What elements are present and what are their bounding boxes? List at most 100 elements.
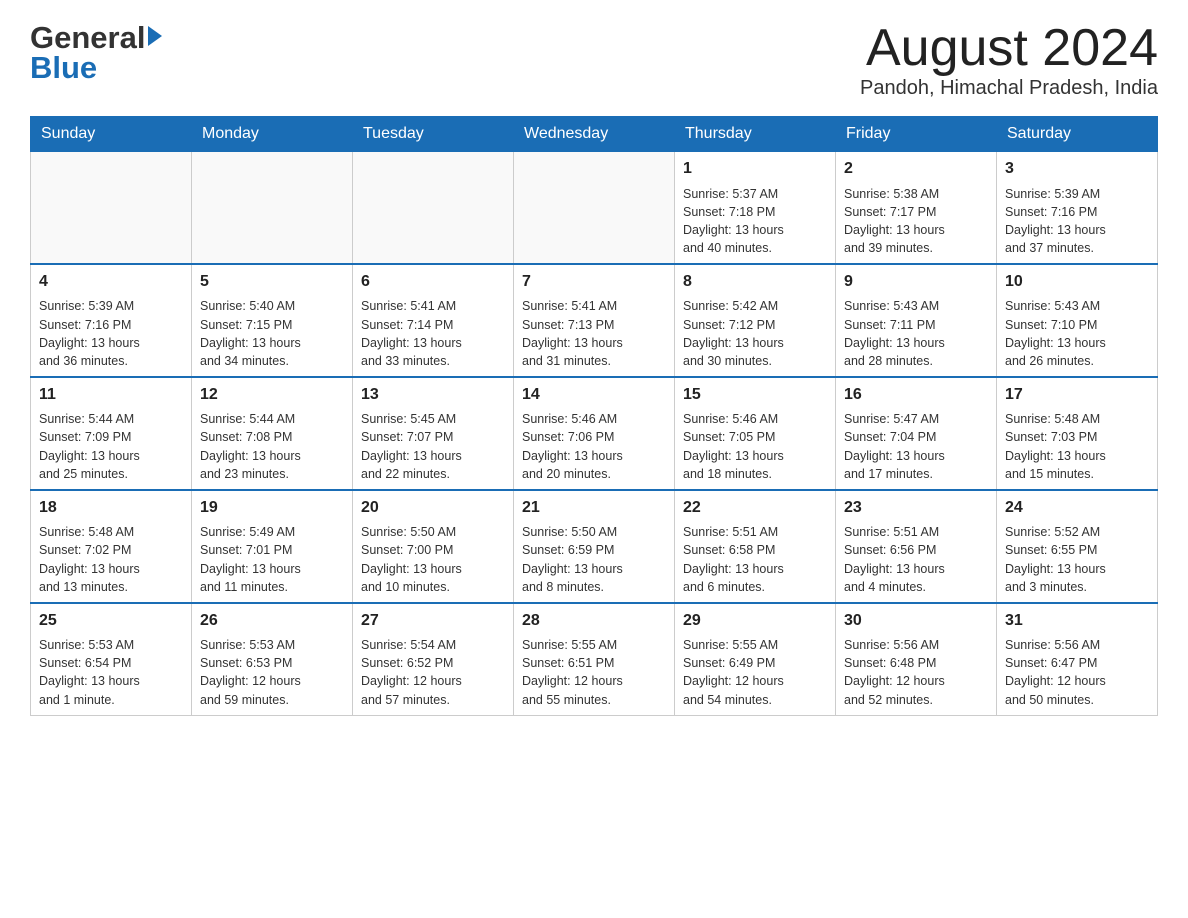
day-number: 7 bbox=[522, 271, 666, 293]
logo-blue: Blue bbox=[30, 50, 97, 86]
title-area: August 2024 Pandoh, Himachal Pradesh, In… bbox=[860, 20, 1158, 100]
day-info: Sunrise: 5:37 AMSunset: 7:18 PMDaylight:… bbox=[683, 185, 827, 258]
day-info: Sunrise: 5:41 AMSunset: 7:13 PMDaylight:… bbox=[522, 297, 666, 370]
day-number: 29 bbox=[683, 610, 827, 632]
location-subtitle: Pandoh, Himachal Pradesh, India bbox=[860, 77, 1158, 100]
day-info: Sunrise: 5:44 AMSunset: 7:09 PMDaylight:… bbox=[39, 410, 183, 483]
day-info: Sunrise: 5:54 AMSunset: 6:52 PMDaylight:… bbox=[361, 636, 505, 709]
day-info: Sunrise: 5:46 AMSunset: 7:05 PMDaylight:… bbox=[683, 410, 827, 483]
calendar-week-row: 4Sunrise: 5:39 AMSunset: 7:16 PMDaylight… bbox=[31, 264, 1158, 377]
day-info: Sunrise: 5:40 AMSunset: 7:15 PMDaylight:… bbox=[200, 297, 344, 370]
table-row: 18 Sunrise: 5:48 AMSunset: 7:02 PMDayligh… bbox=[31, 490, 192, 603]
header-friday: Friday bbox=[836, 117, 997, 152]
table-row: 10 Sunrise: 5:43 AMSunset: 7:10 PMDayligh… bbox=[997, 264, 1158, 377]
header-wednesday: Wednesday bbox=[514, 117, 675, 152]
day-number: 15 bbox=[683, 384, 827, 406]
day-info: Sunrise: 5:45 AMSunset: 7:07 PMDaylight:… bbox=[361, 410, 505, 483]
table-row: 9 Sunrise: 5:43 AMSunset: 7:11 PMDaylight… bbox=[836, 264, 997, 377]
calendar-week-row: 1 Sunrise: 5:37 AMSunset: 7:18 PMDaylight… bbox=[31, 152, 1158, 264]
day-info: Sunrise: 5:44 AMSunset: 7:08 PMDaylight:… bbox=[200, 410, 344, 483]
day-number: 26 bbox=[200, 610, 344, 632]
day-info: Sunrise: 5:50 AMSunset: 7:00 PMDaylight:… bbox=[361, 523, 505, 596]
day-number: 31 bbox=[1005, 610, 1149, 632]
calendar-week-row: 11 Sunrise: 5:44 AMSunset: 7:09 PMDayligh… bbox=[31, 377, 1158, 490]
day-number: 30 bbox=[844, 610, 988, 632]
page-header: General Blue August 2024 Pandoh, Himacha… bbox=[30, 20, 1158, 100]
table-row: 3Sunrise: 5:39 AMSunset: 7:16 PMDaylight… bbox=[997, 152, 1158, 264]
day-info: Sunrise: 5:50 AMSunset: 6:59 PMDaylight:… bbox=[522, 523, 666, 596]
day-info: Sunrise: 5:53 AMSunset: 6:54 PMDaylight:… bbox=[39, 636, 183, 709]
table-row: 20Sunrise: 5:50 AMSunset: 7:00 PMDayligh… bbox=[353, 490, 514, 603]
table-row: 31 Sunrise: 5:56 AMSunset: 6:47 PMDayligh… bbox=[997, 603, 1158, 715]
table-row: 6Sunrise: 5:41 AMSunset: 7:14 PMDaylight… bbox=[353, 264, 514, 377]
table-row: 30 Sunrise: 5:56 AMSunset: 6:48 PMDayligh… bbox=[836, 603, 997, 715]
day-info: Sunrise: 5:48 AMSunset: 7:03 PMDaylight:… bbox=[1005, 410, 1149, 483]
day-number: 14 bbox=[522, 384, 666, 406]
day-info: Sunrise: 5:56 AMSunset: 6:48 PMDaylight:… bbox=[844, 636, 988, 709]
day-number: 28 bbox=[522, 610, 666, 632]
table-row: 24Sunrise: 5:52 AMSunset: 6:55 PMDayligh… bbox=[997, 490, 1158, 603]
table-row: 29Sunrise: 5:55 AMSunset: 6:49 PMDayligh… bbox=[675, 603, 836, 715]
table-row: 7 Sunrise: 5:41 AMSunset: 7:13 PMDaylight… bbox=[514, 264, 675, 377]
day-info: Sunrise: 5:39 AMSunset: 7:16 PMDaylight:… bbox=[39, 297, 183, 370]
day-number: 25 bbox=[39, 610, 183, 632]
day-number: 19 bbox=[200, 497, 344, 519]
table-row: 28Sunrise: 5:55 AMSunset: 6:51 PMDayligh… bbox=[514, 603, 675, 715]
calendar-table: Sunday Monday Tuesday Wednesday Thursday… bbox=[30, 116, 1158, 715]
table-row bbox=[353, 152, 514, 264]
weekday-header-row: Sunday Monday Tuesday Wednesday Thursday… bbox=[31, 117, 1158, 152]
table-row bbox=[31, 152, 192, 264]
day-number: 13 bbox=[361, 384, 505, 406]
table-row bbox=[514, 152, 675, 264]
header-monday: Monday bbox=[192, 117, 353, 152]
table-row: 13 Sunrise: 5:45 AMSunset: 7:07 PMDayligh… bbox=[353, 377, 514, 490]
day-info: Sunrise: 5:43 AMSunset: 7:11 PMDaylight:… bbox=[844, 297, 988, 370]
day-info: Sunrise: 5:46 AMSunset: 7:06 PMDaylight:… bbox=[522, 410, 666, 483]
day-number: 1 bbox=[683, 158, 827, 180]
calendar-week-row: 18 Sunrise: 5:48 AMSunset: 7:02 PMDayligh… bbox=[31, 490, 1158, 603]
day-info: Sunrise: 5:49 AMSunset: 7:01 PMDaylight:… bbox=[200, 523, 344, 596]
table-row: 15 Sunrise: 5:46 AMSunset: 7:05 PMDayligh… bbox=[675, 377, 836, 490]
day-info: Sunrise: 5:53 AMSunset: 6:53 PMDaylight:… bbox=[200, 636, 344, 709]
logo-arrow-icon bbox=[148, 26, 162, 46]
day-number: 21 bbox=[522, 497, 666, 519]
day-number: 2 bbox=[844, 158, 988, 180]
day-info: Sunrise: 5:47 AMSunset: 7:04 PMDaylight:… bbox=[844, 410, 988, 483]
day-number: 12 bbox=[200, 384, 344, 406]
table-row: 17 Sunrise: 5:48 AMSunset: 7:03 PMDayligh… bbox=[997, 377, 1158, 490]
table-row: 14 Sunrise: 5:46 AMSunset: 7:06 PMDayligh… bbox=[514, 377, 675, 490]
table-row bbox=[192, 152, 353, 264]
day-number: 10 bbox=[1005, 271, 1149, 293]
table-row: 2 Sunrise: 5:38 AMSunset: 7:17 PMDaylight… bbox=[836, 152, 997, 264]
table-row: 27 Sunrise: 5:54 AMSunset: 6:52 PMDayligh… bbox=[353, 603, 514, 715]
table-row: 25 Sunrise: 5:53 AMSunset: 6:54 PMDayligh… bbox=[31, 603, 192, 715]
day-info: Sunrise: 5:48 AMSunset: 7:02 PMDaylight:… bbox=[39, 523, 183, 596]
table-row: 4Sunrise: 5:39 AMSunset: 7:16 PMDaylight… bbox=[31, 264, 192, 377]
table-row: 8Sunrise: 5:42 AMSunset: 7:12 PMDaylight… bbox=[675, 264, 836, 377]
month-title: August 2024 bbox=[860, 20, 1158, 77]
table-row: 23 Sunrise: 5:51 AMSunset: 6:56 PMDayligh… bbox=[836, 490, 997, 603]
day-info: Sunrise: 5:42 AMSunset: 7:12 PMDaylight:… bbox=[683, 297, 827, 370]
day-info: Sunrise: 5:56 AMSunset: 6:47 PMDaylight:… bbox=[1005, 636, 1149, 709]
day-info: Sunrise: 5:43 AMSunset: 7:10 PMDaylight:… bbox=[1005, 297, 1149, 370]
table-row: 5 Sunrise: 5:40 AMSunset: 7:15 PMDaylight… bbox=[192, 264, 353, 377]
day-info: Sunrise: 5:38 AMSunset: 7:17 PMDaylight:… bbox=[844, 185, 988, 258]
day-number: 22 bbox=[683, 497, 827, 519]
calendar-week-row: 25 Sunrise: 5:53 AMSunset: 6:54 PMDayligh… bbox=[31, 603, 1158, 715]
day-number: 6 bbox=[361, 271, 505, 293]
day-info: Sunrise: 5:51 AMSunset: 6:56 PMDaylight:… bbox=[844, 523, 988, 596]
day-number: 9 bbox=[844, 271, 988, 293]
day-number: 5 bbox=[200, 271, 344, 293]
day-number: 23 bbox=[844, 497, 988, 519]
table-row: 26 Sunrise: 5:53 AMSunset: 6:53 PMDayligh… bbox=[192, 603, 353, 715]
logo-area: General Blue bbox=[30, 20, 163, 86]
table-row: 11 Sunrise: 5:44 AMSunset: 7:09 PMDayligh… bbox=[31, 377, 192, 490]
header-sunday: Sunday bbox=[31, 117, 192, 152]
day-number: 11 bbox=[39, 384, 183, 406]
day-number: 27 bbox=[361, 610, 505, 632]
header-tuesday: Tuesday bbox=[353, 117, 514, 152]
day-number: 3 bbox=[1005, 158, 1149, 180]
day-number: 17 bbox=[1005, 384, 1149, 406]
day-number: 18 bbox=[39, 497, 183, 519]
header-thursday: Thursday bbox=[675, 117, 836, 152]
